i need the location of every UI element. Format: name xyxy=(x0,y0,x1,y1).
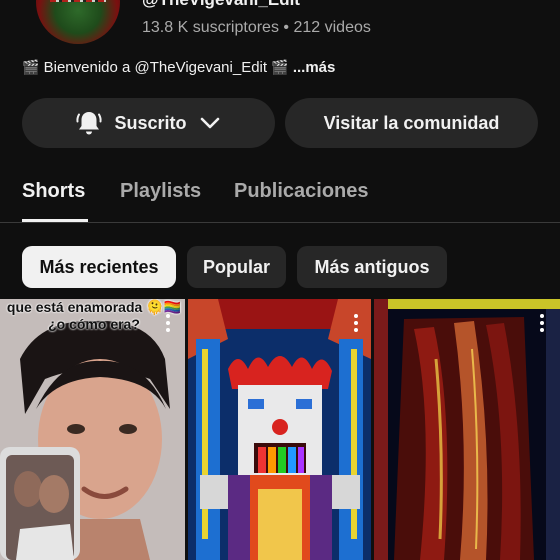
short-thumbnail[interactable] xyxy=(188,299,371,560)
tab-publicaciones[interactable]: Publicaciones xyxy=(234,180,369,203)
shorts-grid: que está enamorada 🫠🏳️‍🌈 ¿o cómo era? xyxy=(0,299,560,560)
visit-community-label: Visitar la comunidad xyxy=(323,112,500,133)
short-caption: que está enamorada 🫠🏳️‍🌈 ¿o cómo era? xyxy=(6,299,182,332)
clapperboard-icon: 🎬 xyxy=(22,59,40,75)
tab-playlists[interactable]: Playlists xyxy=(120,180,201,203)
subscriber-count: 13.8 K suscriptores xyxy=(142,19,279,36)
chevron-down-icon xyxy=(200,117,219,129)
short-image xyxy=(374,299,560,560)
more-vert-icon[interactable] xyxy=(158,313,178,333)
bell-icon xyxy=(76,112,103,135)
tab-shorts[interactable]: Shorts xyxy=(22,180,85,203)
more-vert-icon[interactable] xyxy=(346,313,366,333)
visit-community-button[interactable]: Visitar la comunidad xyxy=(285,98,538,148)
channel-header: @TheVigevani_Edit 13.8 K suscriptores • … xyxy=(0,0,560,50)
chip-mas-antiguos[interactable]: Más antiguos xyxy=(297,246,447,288)
video-count: 212 videos xyxy=(293,19,371,36)
channel-description[interactable]: 🎬 Bienvenido a @TheVigevani_Edit 🎬 ...má… xyxy=(22,59,335,76)
chip-popular[interactable]: Popular xyxy=(187,246,286,288)
clapperboard-icon: 🎬 xyxy=(271,59,289,75)
channel-handle: @TheVigevani_Edit xyxy=(142,0,300,10)
more-link[interactable]: ...más xyxy=(293,59,336,76)
subscribed-button[interactable]: Suscrito xyxy=(22,98,275,148)
chip-mas-recientes[interactable]: Más recientes xyxy=(22,246,176,288)
channel-avatar[interactable] xyxy=(36,0,120,44)
short-image xyxy=(0,299,185,560)
subscribed-label: Suscrito xyxy=(114,112,187,133)
short-thumbnail[interactable] xyxy=(374,299,560,560)
welcome-text: Bienvenido a @TheVigevani_Edit xyxy=(43,59,268,76)
short-image xyxy=(188,299,371,560)
active-tab-indicator xyxy=(22,219,88,222)
stats-separator: • xyxy=(283,19,290,36)
more-vert-icon[interactable] xyxy=(532,313,552,333)
channel-tabs: Shorts Playlists Publicaciones xyxy=(0,165,560,223)
channel-stats: 13.8 K suscriptores • 212 videos xyxy=(142,19,371,37)
short-thumbnail[interactable]: que está enamorada 🫠🏳️‍🌈 ¿o cómo era? xyxy=(0,299,185,560)
